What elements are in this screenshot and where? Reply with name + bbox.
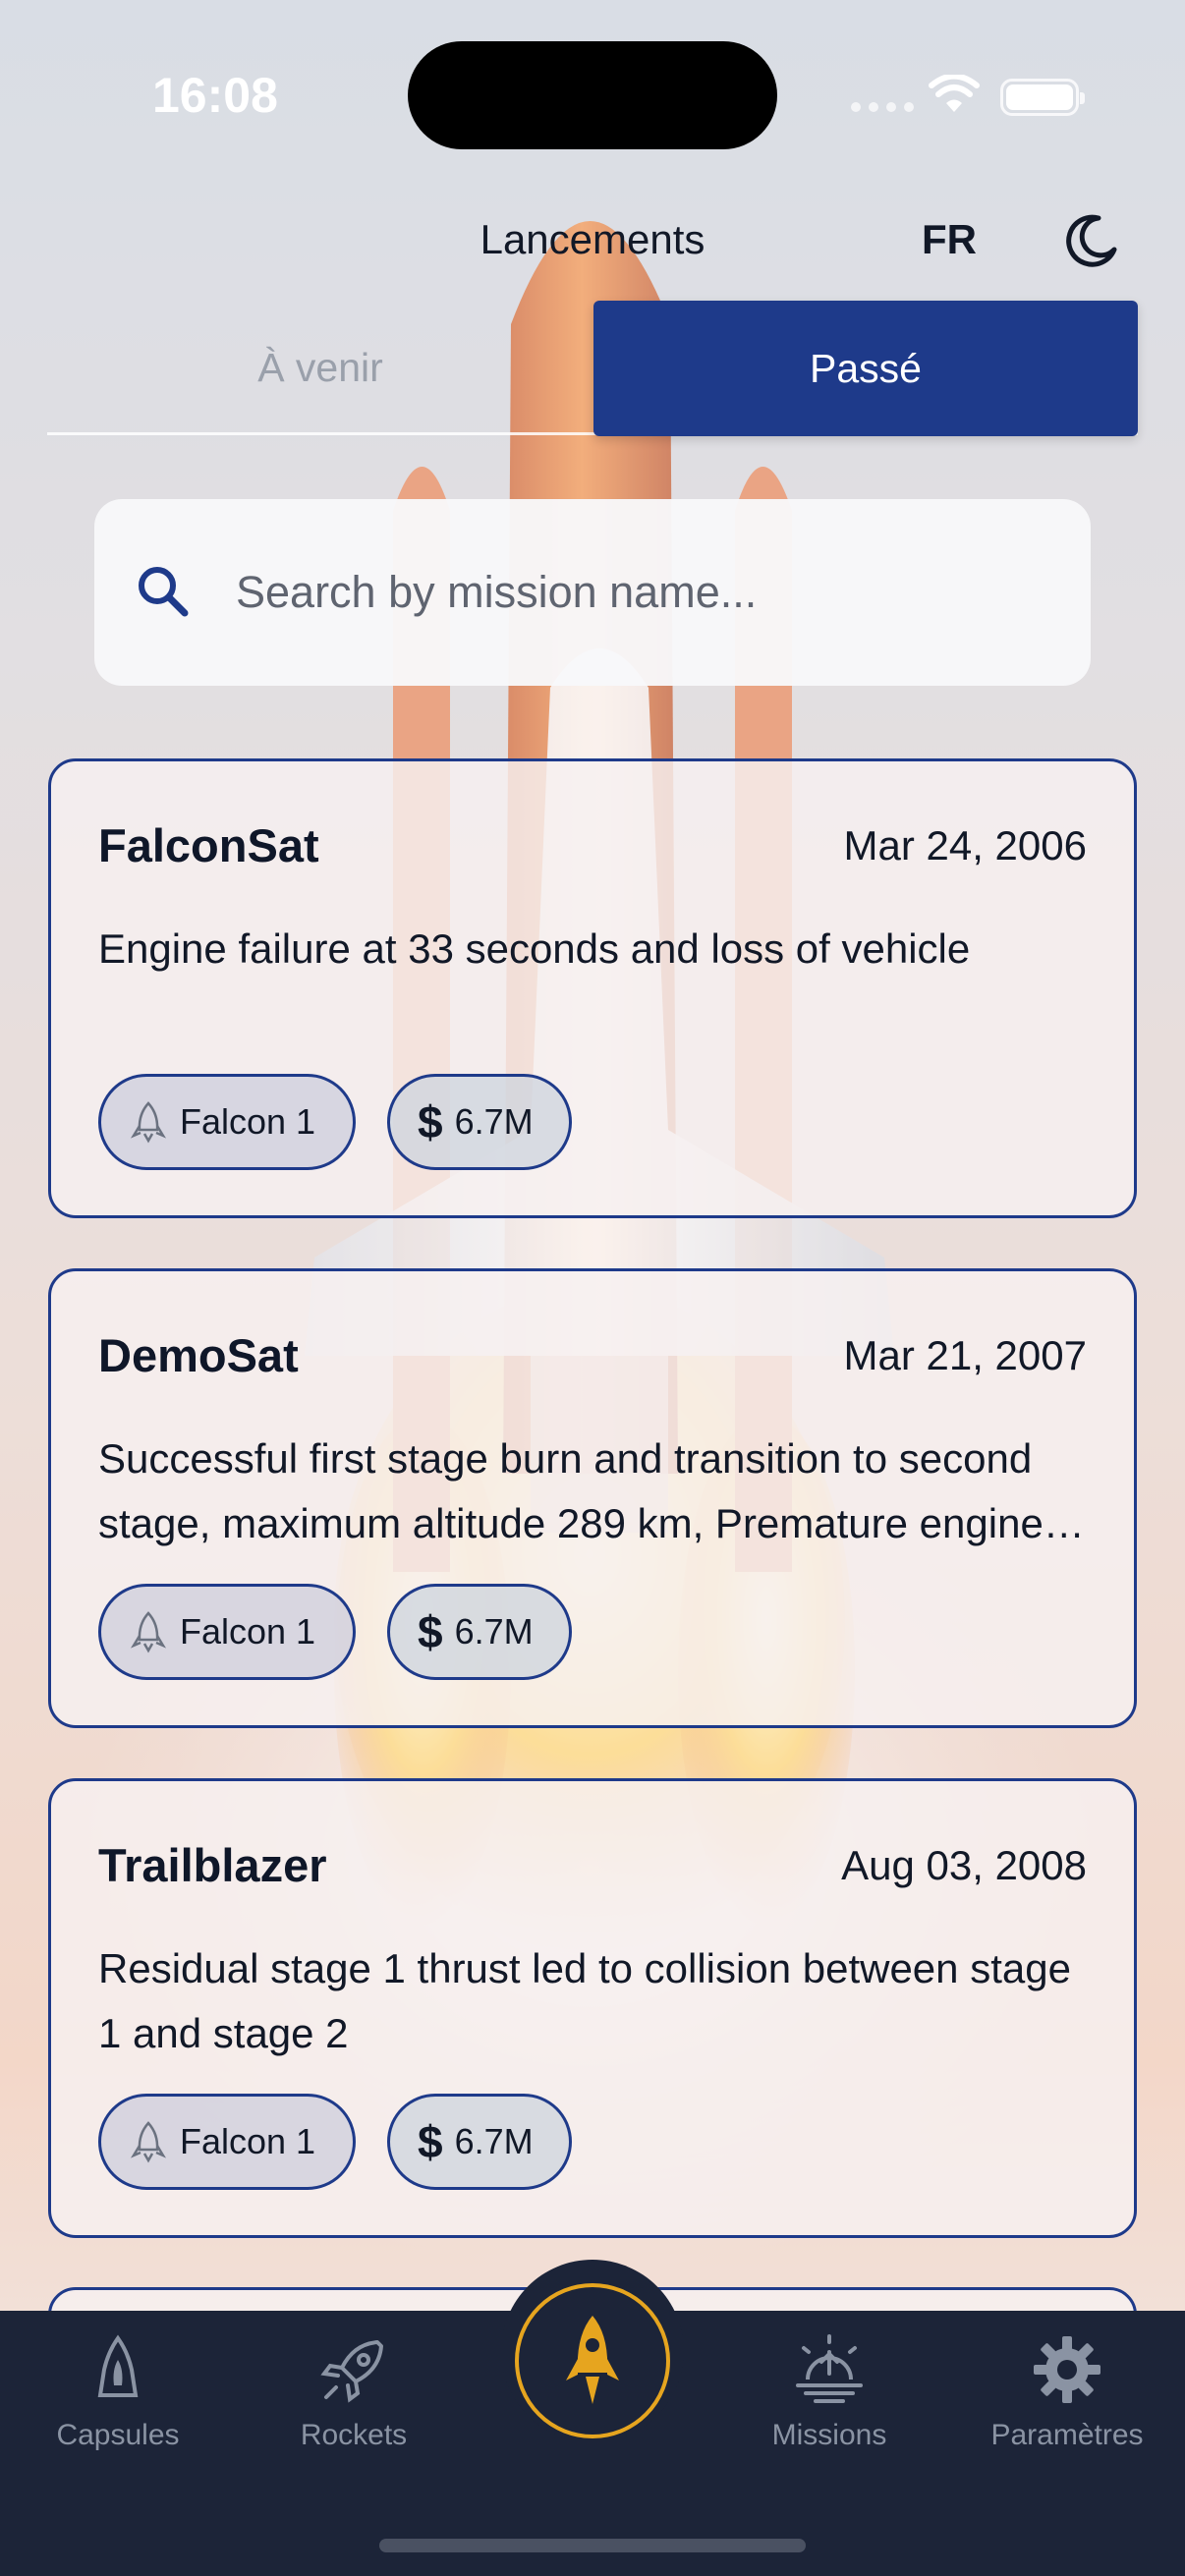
battery-icon	[1000, 79, 1085, 116]
launch-details: Successful first stage burn and transiti…	[98, 1435, 1044, 1546]
page-title: Lancements	[480, 216, 705, 262]
cost-value: 6.7M	[454, 1101, 534, 1142]
search-icon	[139, 567, 189, 617]
launch-date: Aug 03, 2008	[841, 1842, 1087, 1888]
rocket-outline-icon	[130, 2121, 167, 2163]
language-toggle[interactable]: FR	[922, 216, 977, 263]
capsule-icon	[97, 2334, 139, 2397]
home-indicator	[379, 2539, 806, 2552]
launch-rocket-icon	[566, 2316, 619, 2404]
wifi-icon	[929, 75, 980, 112]
launch-name: FalconSat	[98, 819, 319, 871]
nav-label: Rockets	[300, 2419, 408, 2451]
rocket-chip: Falcon 1	[98, 2094, 356, 2190]
launch-details: Residual stage 1 thrust led to collision…	[98, 1945, 1071, 2056]
launch-card[interactable]: DemoSat Mar 21, 2007 Successful first st…	[48, 1268, 1137, 1728]
gear-icon	[1034, 2336, 1100, 2403]
cost-chip: $ 6.7M	[387, 2094, 572, 2190]
rocket-name: Falcon 1	[180, 1101, 316, 1142]
cost-value: 6.7M	[454, 1611, 534, 1652]
rocket-outline-icon	[130, 1101, 167, 1144]
rocket-name: Falcon 1	[180, 2121, 316, 2161]
tab-past[interactable]: Passé	[593, 301, 1138, 436]
rocket-outline-icon	[130, 1611, 167, 1653]
search-input[interactable]	[236, 550, 1042, 635]
moon-icon[interactable]	[1059, 210, 1120, 271]
tab-upcoming[interactable]: À venir	[47, 301, 593, 434]
launch-date: Mar 24, 2006	[843, 822, 1088, 868]
launch-date: Mar 21, 2007	[843, 1332, 1088, 1378]
launch-name: Trailblazer	[98, 1839, 327, 1891]
dynamic-island	[408, 41, 777, 149]
nav-item-launches[interactable]	[515, 2283, 670, 2438]
nav-item-rockets[interactable]: Rockets	[255, 2330, 452, 2452]
launch-name: DemoSat	[98, 1329, 299, 1381]
cost-chip: $ 6.7M	[387, 1584, 572, 1680]
nav-item-settings[interactable]: Paramètres	[969, 2330, 1165, 2452]
cellular-signal-icon	[851, 102, 914, 112]
nav-item-missions[interactable]: Missions	[731, 2330, 928, 2452]
rocket-chip: Falcon 1	[98, 1074, 356, 1170]
dollar-icon: $	[418, 1096, 443, 1148]
rocket-name: Falcon 1	[180, 1611, 316, 1652]
cost-chip: $ 6.7M	[387, 1074, 572, 1170]
dollar-icon: $	[418, 1606, 443, 1657]
launch-card[interactable]: Trailblazer Aug 03, 2008 Residual stage …	[48, 1778, 1137, 2238]
cost-value: 6.7M	[454, 2121, 534, 2161]
nav-label: Missions	[771, 2419, 887, 2451]
nav-item-capsules[interactable]: Capsules	[20, 2330, 216, 2452]
status-time: 16:08	[152, 68, 278, 123]
launch-card[interactable]: FalconSat Mar 24, 2006 Engine failure at…	[48, 758, 1137, 1218]
dollar-icon: $	[418, 2116, 443, 2167]
nav-label: Capsules	[56, 2419, 180, 2451]
rocket-chip: Falcon 1	[98, 1584, 356, 1680]
mission-icon	[796, 2334, 863, 2403]
launch-details: Engine failure at 33 seconds and loss of…	[98, 925, 971, 972]
rocket-icon	[320, 2340, 383, 2403]
nav-label: Paramètres	[990, 2419, 1144, 2451]
